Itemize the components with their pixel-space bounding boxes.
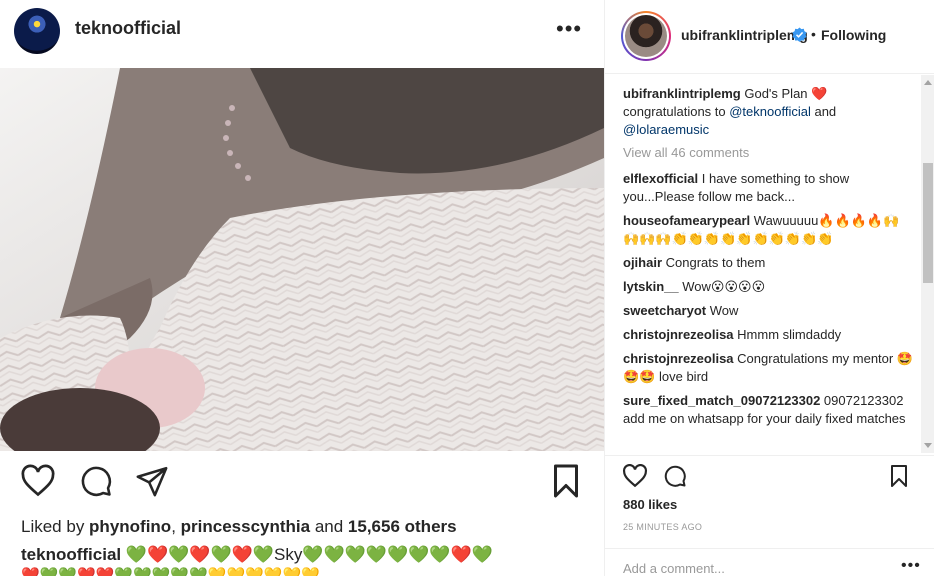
left-avatar[interactable] — [14, 8, 60, 54]
comment-text: Wow — [706, 303, 739, 318]
likes-and: and — [310, 517, 348, 536]
bookmark-icon[interactable] — [885, 462, 913, 490]
left-caption-line2: ❤️💚💚❤️❤️💚💚💚💚💚💛💛💛💛💛💛 — [21, 567, 320, 576]
comment-username[interactable]: sweetcharyot — [623, 303, 706, 318]
comment-item: lytskin__ Wow😮😮😮😮 — [623, 278, 915, 296]
scroll-up-arrow-icon[interactable] — [924, 80, 932, 85]
comments-scrollbar[interactable] — [921, 75, 934, 453]
likes-separator: , — [171, 517, 181, 536]
left-likes: Liked by phynofino, princesscynthia and … — [21, 517, 457, 537]
left-username[interactable]: teknoofficial — [75, 18, 181, 39]
comment-icon[interactable] — [661, 462, 689, 490]
comment-username[interactable]: lytskin__ — [623, 279, 679, 294]
comment-item: houseofamearypearl Wawuuuuu🔥🔥🔥🔥🙌🙌🙌🙌👏👏👏👏👏… — [623, 212, 915, 248]
comment-username[interactable]: sure_fixed_match_09072123302 — [623, 393, 820, 408]
comment-item: sweetcharyot Wow — [623, 302, 915, 320]
comment-icon[interactable] — [76, 458, 116, 504]
caption-text-and: and — [810, 104, 837, 119]
post-action-bar — [605, 455, 934, 495]
comment-item: elflexofficial I have something to show … — [623, 170, 915, 206]
view-all-comments-link[interactable]: View all 46 comments — [623, 145, 915, 160]
photo-illustration — [0, 68, 604, 451]
share-icon[interactable] — [132, 458, 172, 504]
post-header: ubifranklintriplemg • Following — [605, 0, 934, 74]
post-caption: ubifranklintriplemg God's Plan ❤️ congra… — [623, 85, 915, 139]
left-post: teknoofficial ••• Liked by phynofino, pr… — [0, 0, 604, 576]
comment-username[interactable]: houseofamearypearl — [623, 213, 750, 228]
comments-list[interactable]: ubifranklintriplemg God's Plan ❤️ congra… — [605, 75, 921, 453]
heart-icon[interactable] — [18, 458, 58, 504]
liker-phynofino[interactable]: phynofino — [89, 517, 171, 536]
left-action-bar — [0, 458, 604, 508]
likes-prefix: Liked by — [21, 517, 90, 536]
left-post-header: teknoofficial ••• — [0, 0, 604, 66]
left-caption: teknoofficial 💚❤️💚❤️💚❤️💚Sky💚💚💚💚💚💚💚❤️💚 — [21, 545, 493, 565]
mention-lolaraemusic[interactable]: @lolaraemusic — [623, 122, 709, 137]
post-detail-panel: ubifranklintriplemg • Following ubifrank… — [604, 0, 934, 576]
more-icon[interactable]: ••• — [556, 14, 581, 44]
scroll-down-arrow-icon[interactable] — [924, 443, 932, 448]
comment-text: Wow😮😮😮😮 — [678, 279, 766, 294]
comment-username[interactable]: ojihair — [623, 255, 662, 270]
add-comment-input[interactable] — [623, 559, 883, 576]
comment-text: Hmmm slimdaddy — [733, 327, 842, 342]
comment-item: ojihair Congrats to them — [623, 254, 915, 272]
likes-others[interactable]: 15,656 others — [348, 517, 457, 536]
heart-icon[interactable] — [621, 462, 649, 490]
comment-item: christojnrezeolisa Congratulations my me… — [623, 350, 915, 386]
mention-teknoofficial[interactable]: @teknoofficial — [729, 104, 811, 119]
liker-princesscynthia[interactable]: princesscynthia — [181, 517, 310, 536]
more-icon[interactable]: ••• — [901, 557, 921, 575]
caption-username[interactable]: teknoofficial — [21, 545, 121, 564]
comment-text: Congrats to them — [662, 255, 766, 270]
bookmark-icon[interactable] — [546, 458, 586, 504]
following-button[interactable]: Following — [821, 27, 886, 43]
comment-username[interactable]: christojnrezeolisa — [623, 327, 734, 342]
add-comment-bar: ••• — [605, 548, 934, 576]
likes-count[interactable]: 880 likes — [623, 497, 677, 512]
scrollbar-thumb[interactable] — [923, 163, 933, 283]
author-avatar[interactable] — [621, 11, 671, 61]
comment-item: christojnrezeolisa Hmmm slimdaddy — [623, 326, 915, 344]
comment-username[interactable]: elflexofficial — [623, 171, 698, 186]
verified-badge-icon — [792, 27, 807, 42]
author-username[interactable]: ubifranklintriplemg — [681, 27, 808, 43]
post-timestamp: 25 MINUTES AGO — [623, 522, 703, 532]
header-separator: • — [811, 26, 816, 42]
caption-text: 💚❤️💚❤️💚❤️💚Sky💚💚💚💚💚💚💚❤️💚 — [121, 545, 493, 564]
post-photo[interactable] — [0, 68, 604, 451]
comment-item: sure_fixed_match_09072123302 09072123302… — [623, 392, 915, 428]
caption-author[interactable]: ubifranklintriplemg — [623, 86, 741, 101]
comment-username[interactable]: christojnrezeolisa — [623, 351, 734, 366]
